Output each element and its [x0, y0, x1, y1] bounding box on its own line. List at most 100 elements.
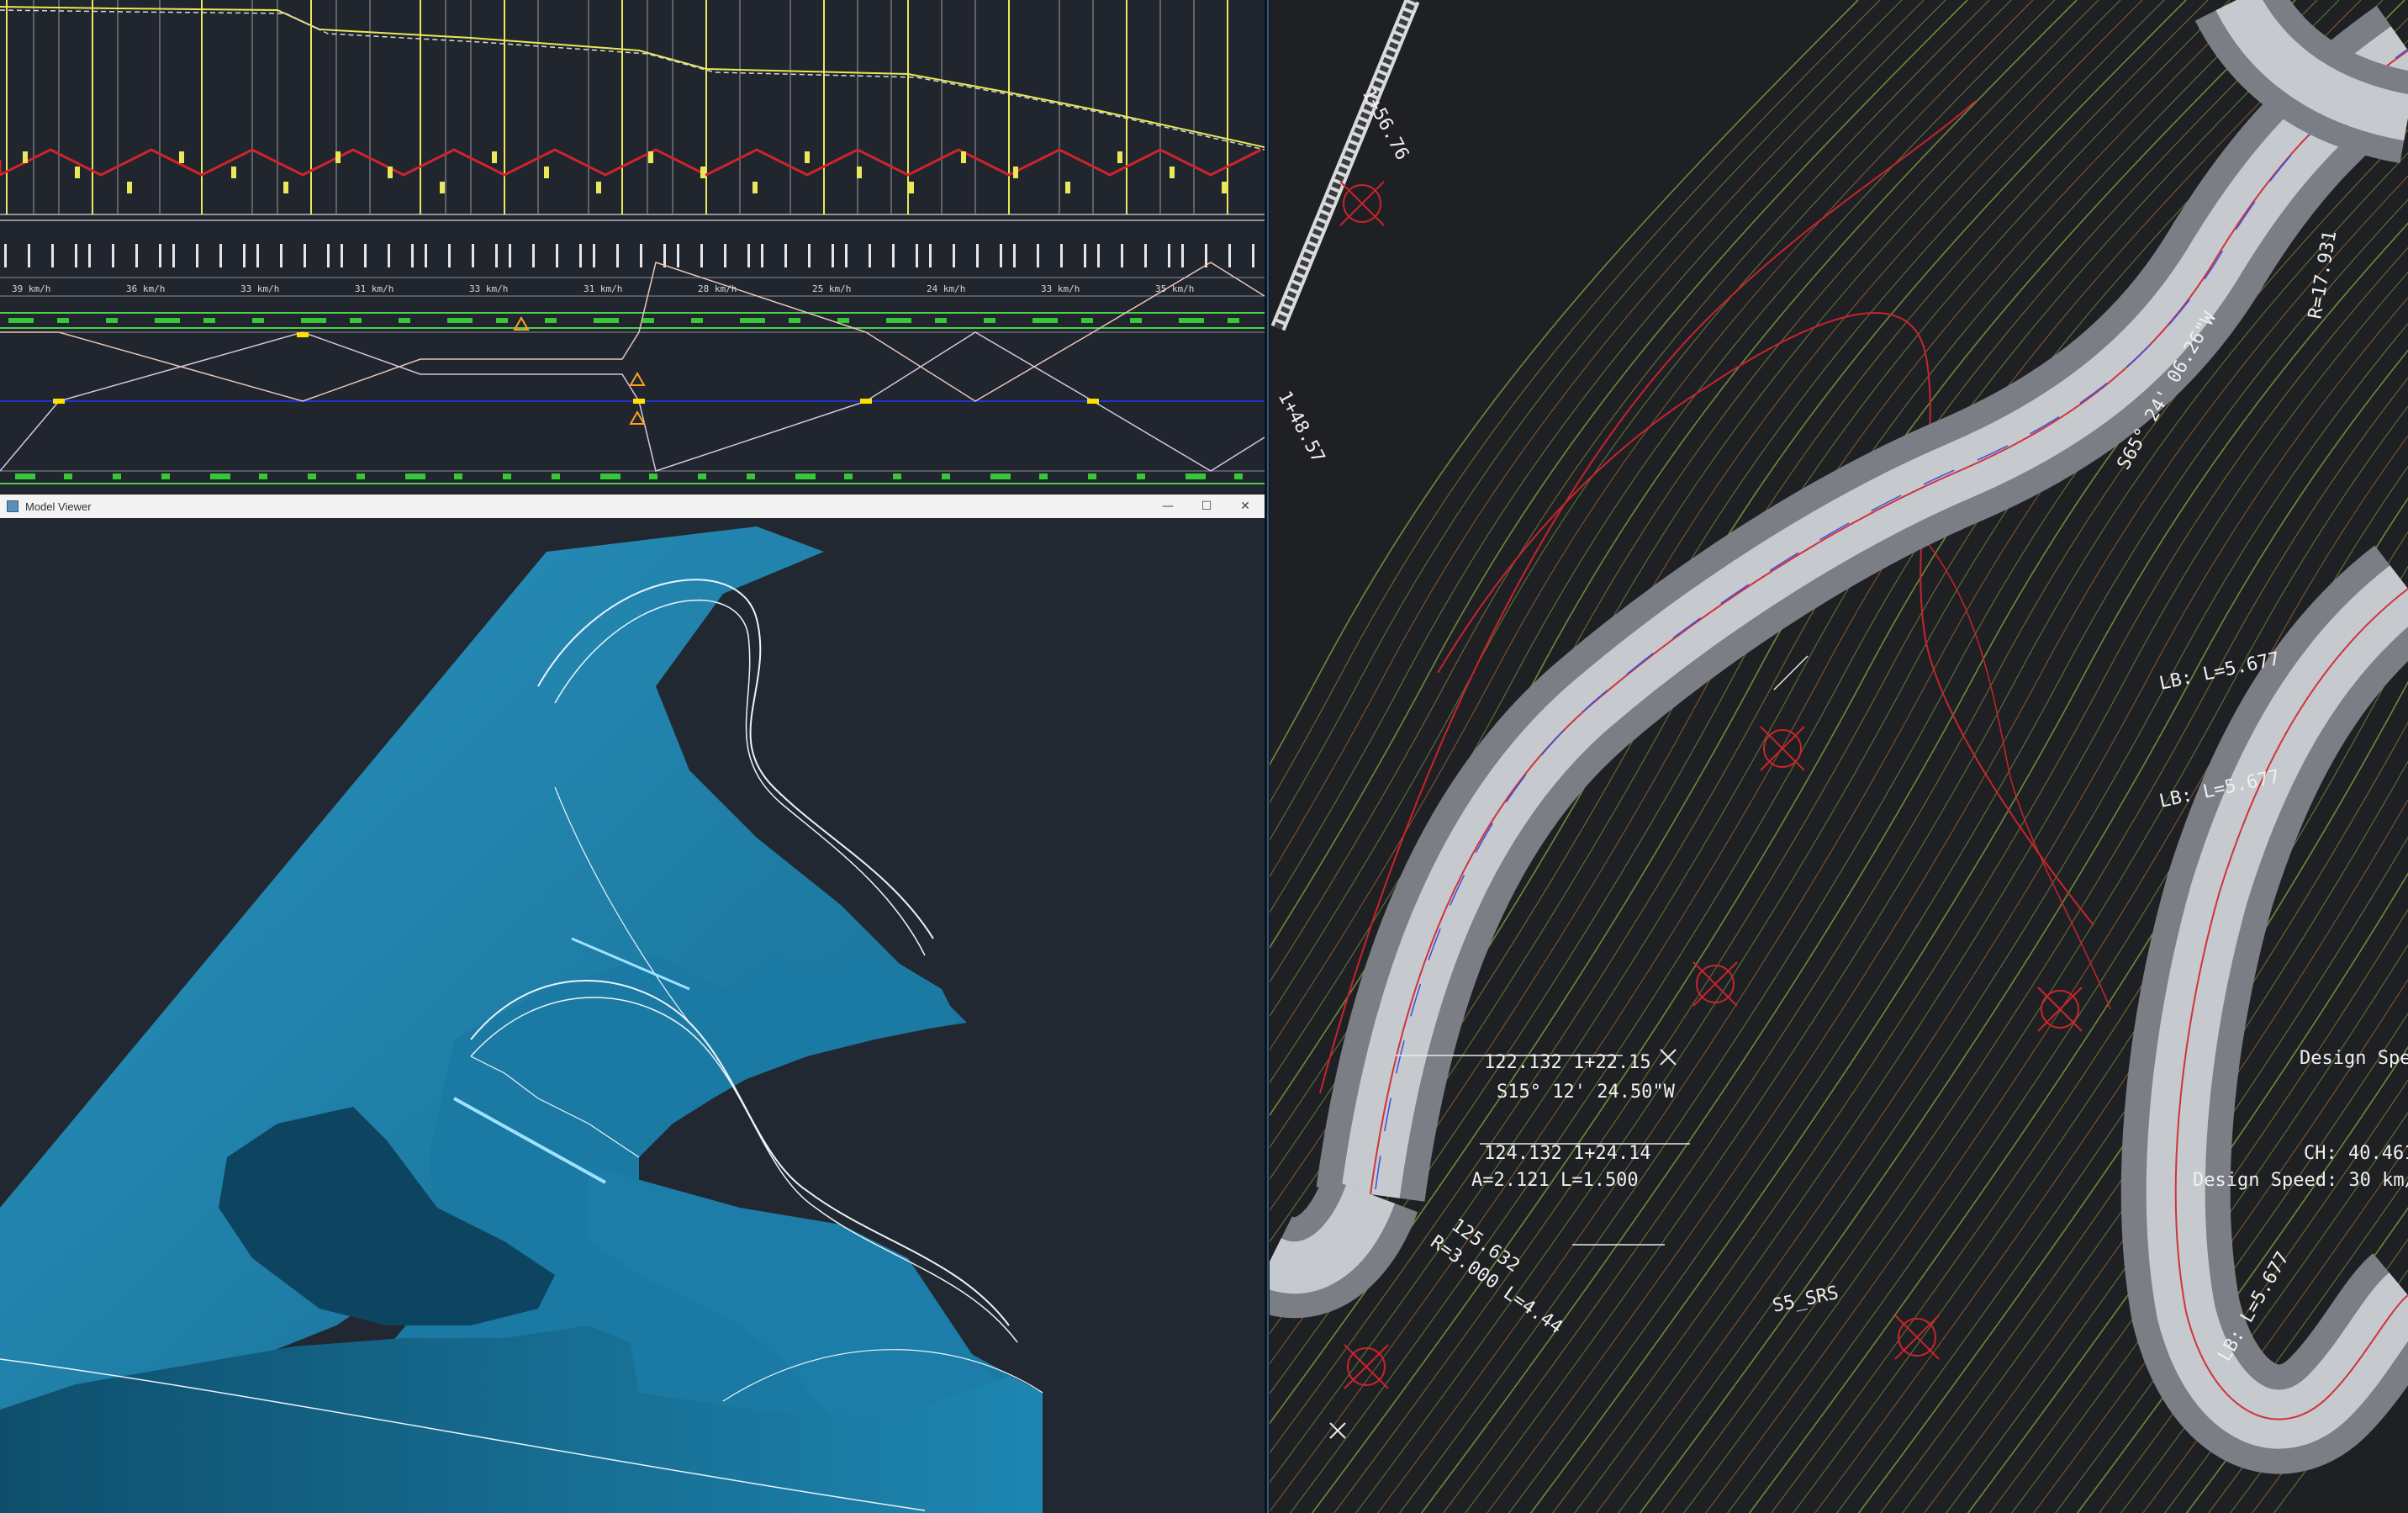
event-tick — [341, 244, 343, 267]
superelevation-mark — [399, 318, 410, 323]
profile-label-tick — [857, 167, 862, 178]
plan-drawing[interactable]: Design Speed CH: 40.461 Design Speed: 30… — [1270, 0, 2408, 1513]
event-tick — [88, 244, 91, 267]
event-tick — [556, 244, 558, 267]
superelevation-mark — [844, 473, 853, 479]
superelevation-mark — [1081, 318, 1093, 323]
superelevation-mark — [1039, 473, 1048, 479]
event-tick — [832, 244, 834, 267]
profile-label-tick — [127, 182, 132, 193]
speed-label: 24 km/h — [927, 283, 965, 294]
contour-line — [1270, 0, 2187, 1274]
model-viewer-titlebar[interactable]: Model Viewer — ☐ ✕ — [0, 495, 1265, 519]
event-tick — [448, 244, 451, 267]
event-tick — [1013, 244, 1016, 267]
chainage-label: CH: 40.461 — [2304, 1143, 2408, 1164]
superelevation-mark — [252, 318, 264, 323]
event-tick — [364, 244, 367, 267]
contour-line — [1270, 0, 2165, 1243]
event-tick — [640, 244, 642, 267]
superelevation-mark — [552, 473, 560, 479]
event-tick — [1181, 244, 1184, 267]
event-tick — [869, 244, 871, 267]
close-button[interactable]: ✕ — [1226, 495, 1265, 518]
profile-label-tick — [492, 151, 497, 163]
event-tick — [243, 244, 246, 267]
event-tick — [1228, 244, 1231, 267]
contour-line — [1270, 0, 1990, 983]
superelevation-mark — [1130, 318, 1142, 323]
maximize-button[interactable]: ☐ — [1187, 495, 1226, 518]
design-speed-value-label: Design Speed: 30 km/h — [2193, 1170, 2408, 1191]
event-tick — [28, 244, 30, 267]
superelevation-mark — [155, 318, 180, 323]
profile-label-tick — [1222, 182, 1227, 193]
diagram-marker — [53, 399, 65, 404]
superelevation-mark — [15, 473, 35, 479]
profile-label-tick — [1117, 151, 1122, 163]
profile-view[interactable]: 39 km/h 36 km/h 33 km/h 31 km/h 33 km/h 31 km… — [0, 0, 1265, 495]
plan-view[interactable]: Design Speed CH: 40.461 Design Speed: 30… — [1270, 0, 2408, 1513]
event-tick — [700, 244, 703, 267]
speed-label: 33 km/h — [1041, 283, 1080, 294]
profile-label-tick — [231, 167, 236, 178]
event-tick — [280, 244, 283, 267]
event-tick — [327, 244, 330, 267]
event-tick — [495, 244, 498, 267]
ip2-params-label: A=2.121 L=1.500 — [1471, 1170, 1639, 1191]
minimize-button[interactable]: — — [1149, 495, 1187, 518]
ip2-station-label: 124.132 1+24.14 — [1484, 1143, 1651, 1164]
profile-label-tick — [388, 167, 393, 178]
event-tick — [677, 244, 679, 267]
minimize-icon: — — [1162, 500, 1174, 513]
event-tick — [135, 244, 138, 267]
superelevation-mark — [600, 473, 620, 479]
profile-label-tick — [440, 182, 445, 193]
superelevation-mark — [942, 473, 950, 479]
diagram-marker — [860, 399, 872, 404]
speed-label: 25 km/h — [812, 283, 851, 294]
model-3d-render[interactable] — [0, 518, 1265, 1513]
warning-icon — [629, 371, 646, 386]
profile-label-tick — [1065, 182, 1070, 193]
maximize-icon: ☐ — [1201, 500, 1212, 513]
superelevation-mark — [691, 318, 703, 323]
superelevation-mark — [740, 318, 765, 323]
speed-label: 33 km/h — [240, 283, 279, 294]
superelevation-mark — [1234, 473, 1243, 479]
superelevation-mark — [984, 318, 995, 323]
event-tick — [976, 244, 979, 267]
event-tick — [1252, 244, 1254, 267]
event-tick — [747, 244, 750, 267]
profile-drawing[interactable]: 39 km/h 36 km/h 33 km/h 31 km/h 33 km/h 31 km… — [0, 0, 1265, 495]
model-viewer-canvas[interactable] — [0, 518, 1265, 1513]
event-tick — [425, 244, 427, 267]
event-tick — [1060, 244, 1063, 267]
profile-label-tick — [335, 151, 341, 163]
event-tick — [1144, 244, 1147, 267]
profile-label-tick — [909, 182, 914, 193]
speed-label: 28 km/h — [698, 283, 737, 294]
superelevation-mark — [886, 318, 911, 323]
superelevation-mark — [1179, 318, 1204, 323]
profile-label-tick — [805, 151, 810, 163]
event-tick — [532, 244, 535, 267]
model-viewer-window[interactable]: Model Viewer — ☐ ✕ — [0, 495, 1265, 1513]
superelevation-mark — [210, 473, 230, 479]
superelevation-mark — [795, 473, 816, 479]
superelevation-mark — [789, 318, 800, 323]
superelevation-mark — [447, 318, 473, 323]
event-tick — [1097, 244, 1100, 267]
event-tick — [1000, 244, 1002, 267]
superelevation-mark — [1137, 473, 1145, 479]
superelevation-mark — [503, 473, 511, 479]
corridor-road — [1341, 26, 2408, 1198]
superelevation-mark — [259, 473, 267, 479]
superelevation-mark — [990, 473, 1011, 479]
diagram-marker — [1087, 399, 1099, 404]
superelevation-mark — [496, 318, 508, 323]
superelevation-mark — [1186, 473, 1206, 479]
corridor-road — [2146, 565, 2408, 1449]
superelevation-mark — [8, 318, 34, 323]
event-tick — [304, 244, 306, 267]
